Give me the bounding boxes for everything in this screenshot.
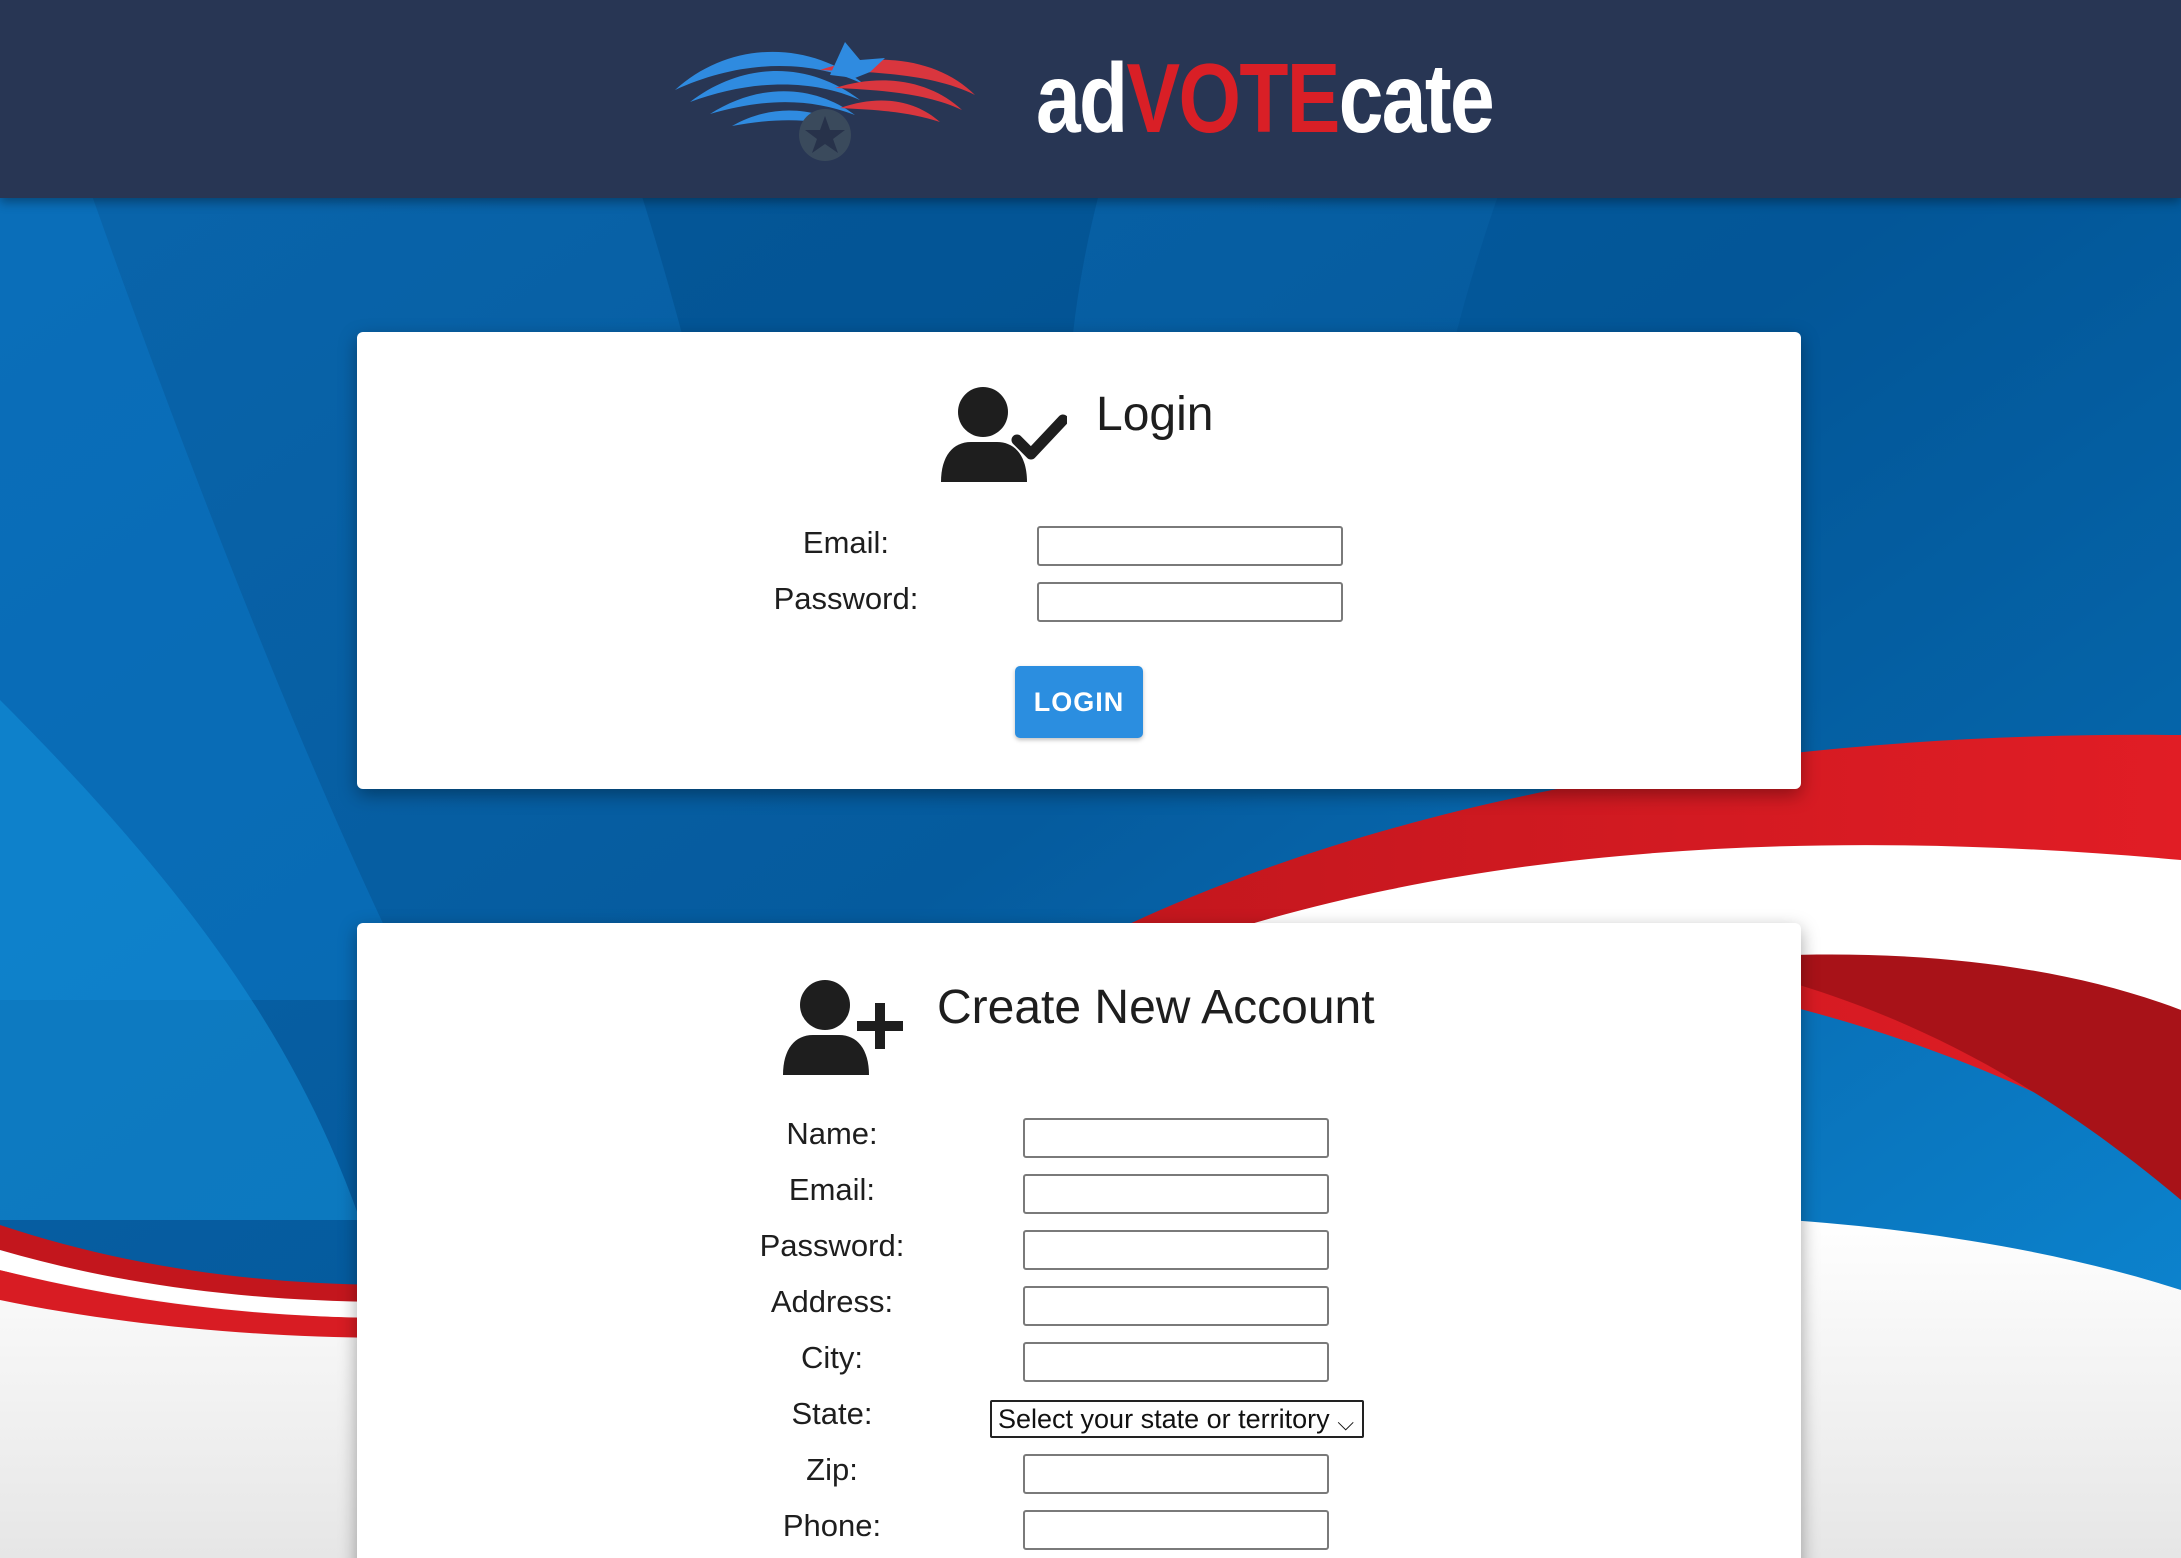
page: adVOTEcate Login Email: Password: LOGIN … bbox=[0, 0, 2181, 1558]
signup-address-input[interactable] bbox=[1023, 1286, 1329, 1326]
login-email-input[interactable] bbox=[1037, 526, 1343, 566]
signup-zip-input[interactable] bbox=[1023, 1454, 1329, 1494]
login-title: Login bbox=[1096, 388, 1214, 441]
signup-city-input[interactable] bbox=[1023, 1342, 1329, 1382]
brand-wordmark-highlight: VOTE bbox=[1126, 43, 1341, 153]
state-select-value: Select your state or territory bbox=[998, 1404, 1330, 1434]
brand-wordmark: adVOTEcate bbox=[1036, 38, 1495, 158]
eagle-logo-icon bbox=[675, 42, 975, 161]
signup-password-input[interactable] bbox=[1023, 1230, 1329, 1270]
signup-address-label: Address: bbox=[770, 1284, 894, 1319]
brand-wordmark-prefix: ad bbox=[1036, 43, 1128, 153]
signup-phone-input[interactable] bbox=[1023, 1510, 1329, 1550]
signup-city-label: City: bbox=[801, 1340, 863, 1375]
signup-email-label: Email: bbox=[788, 1172, 876, 1207]
signup-email-input[interactable] bbox=[1023, 1174, 1329, 1214]
login-password-label: Password: bbox=[773, 581, 919, 616]
user-plus-icon bbox=[783, 980, 903, 1075]
signup-name-label: Name: bbox=[786, 1116, 878, 1151]
login-password-input[interactable] bbox=[1037, 582, 1343, 622]
login-email-label: Email: bbox=[802, 525, 890, 560]
login-card: Login Email: Password: LOGIN bbox=[357, 332, 1801, 789]
brand-wordmark-suffix: cate bbox=[1338, 43, 1495, 153]
signup-name-input[interactable] bbox=[1023, 1118, 1329, 1158]
state-select[interactable]: Select your state or territory ⌵ bbox=[990, 1400, 1364, 1438]
create-account-title: Create New Account bbox=[937, 981, 1375, 1034]
top-header: adVOTEcate bbox=[0, 0, 2181, 198]
signup-phone-label: Phone: bbox=[782, 1508, 882, 1543]
chevron-down-icon: ⌵ bbox=[1337, 1410, 1354, 1435]
signup-password-label: Password: bbox=[759, 1228, 905, 1263]
signup-state-label: State: bbox=[791, 1396, 873, 1431]
login-button[interactable]: LOGIN bbox=[1015, 666, 1143, 738]
user-check-icon bbox=[941, 387, 1067, 482]
create-account-card: Create New Account Name: Email: Password… bbox=[357, 923, 1801, 1558]
signup-zip-label: Zip: bbox=[806, 1452, 858, 1487]
